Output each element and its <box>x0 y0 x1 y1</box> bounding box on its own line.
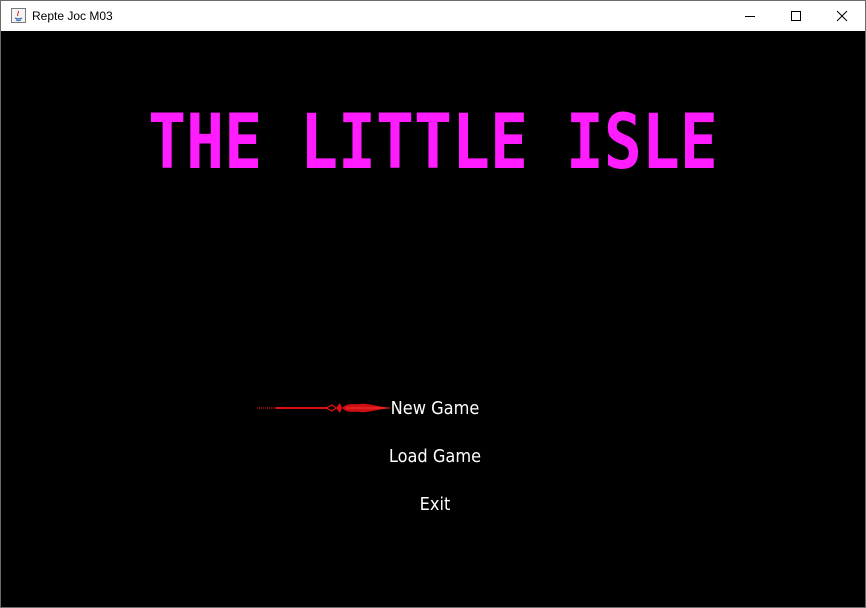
app-window: Repte Joc M03 THE LITTLE ISLE New Game L… <box>0 0 866 608</box>
close-button[interactable] <box>819 1 865 31</box>
java-app-icon <box>11 8 26 23</box>
minimize-icon <box>745 16 755 17</box>
game-canvas[interactable]: THE LITTLE ISLE New Game Load Game Exit <box>1 31 865 607</box>
menu-item-load-game[interactable]: Load Game <box>335 446 535 468</box>
menu-item-new-game[interactable]: New Game <box>335 398 535 420</box>
title-bar[interactable]: Repte Joc M03 <box>1 1 865 31</box>
game-title: THE LITTLE ISLE <box>148 97 718 186</box>
maximize-icon <box>791 11 801 21</box>
window-title: Repte Joc M03 <box>32 9 113 23</box>
maximize-button[interactable] <box>773 1 819 31</box>
minimize-button[interactable] <box>727 1 773 31</box>
close-icon <box>836 10 848 22</box>
menu-item-exit[interactable]: Exit <box>335 494 535 516</box>
